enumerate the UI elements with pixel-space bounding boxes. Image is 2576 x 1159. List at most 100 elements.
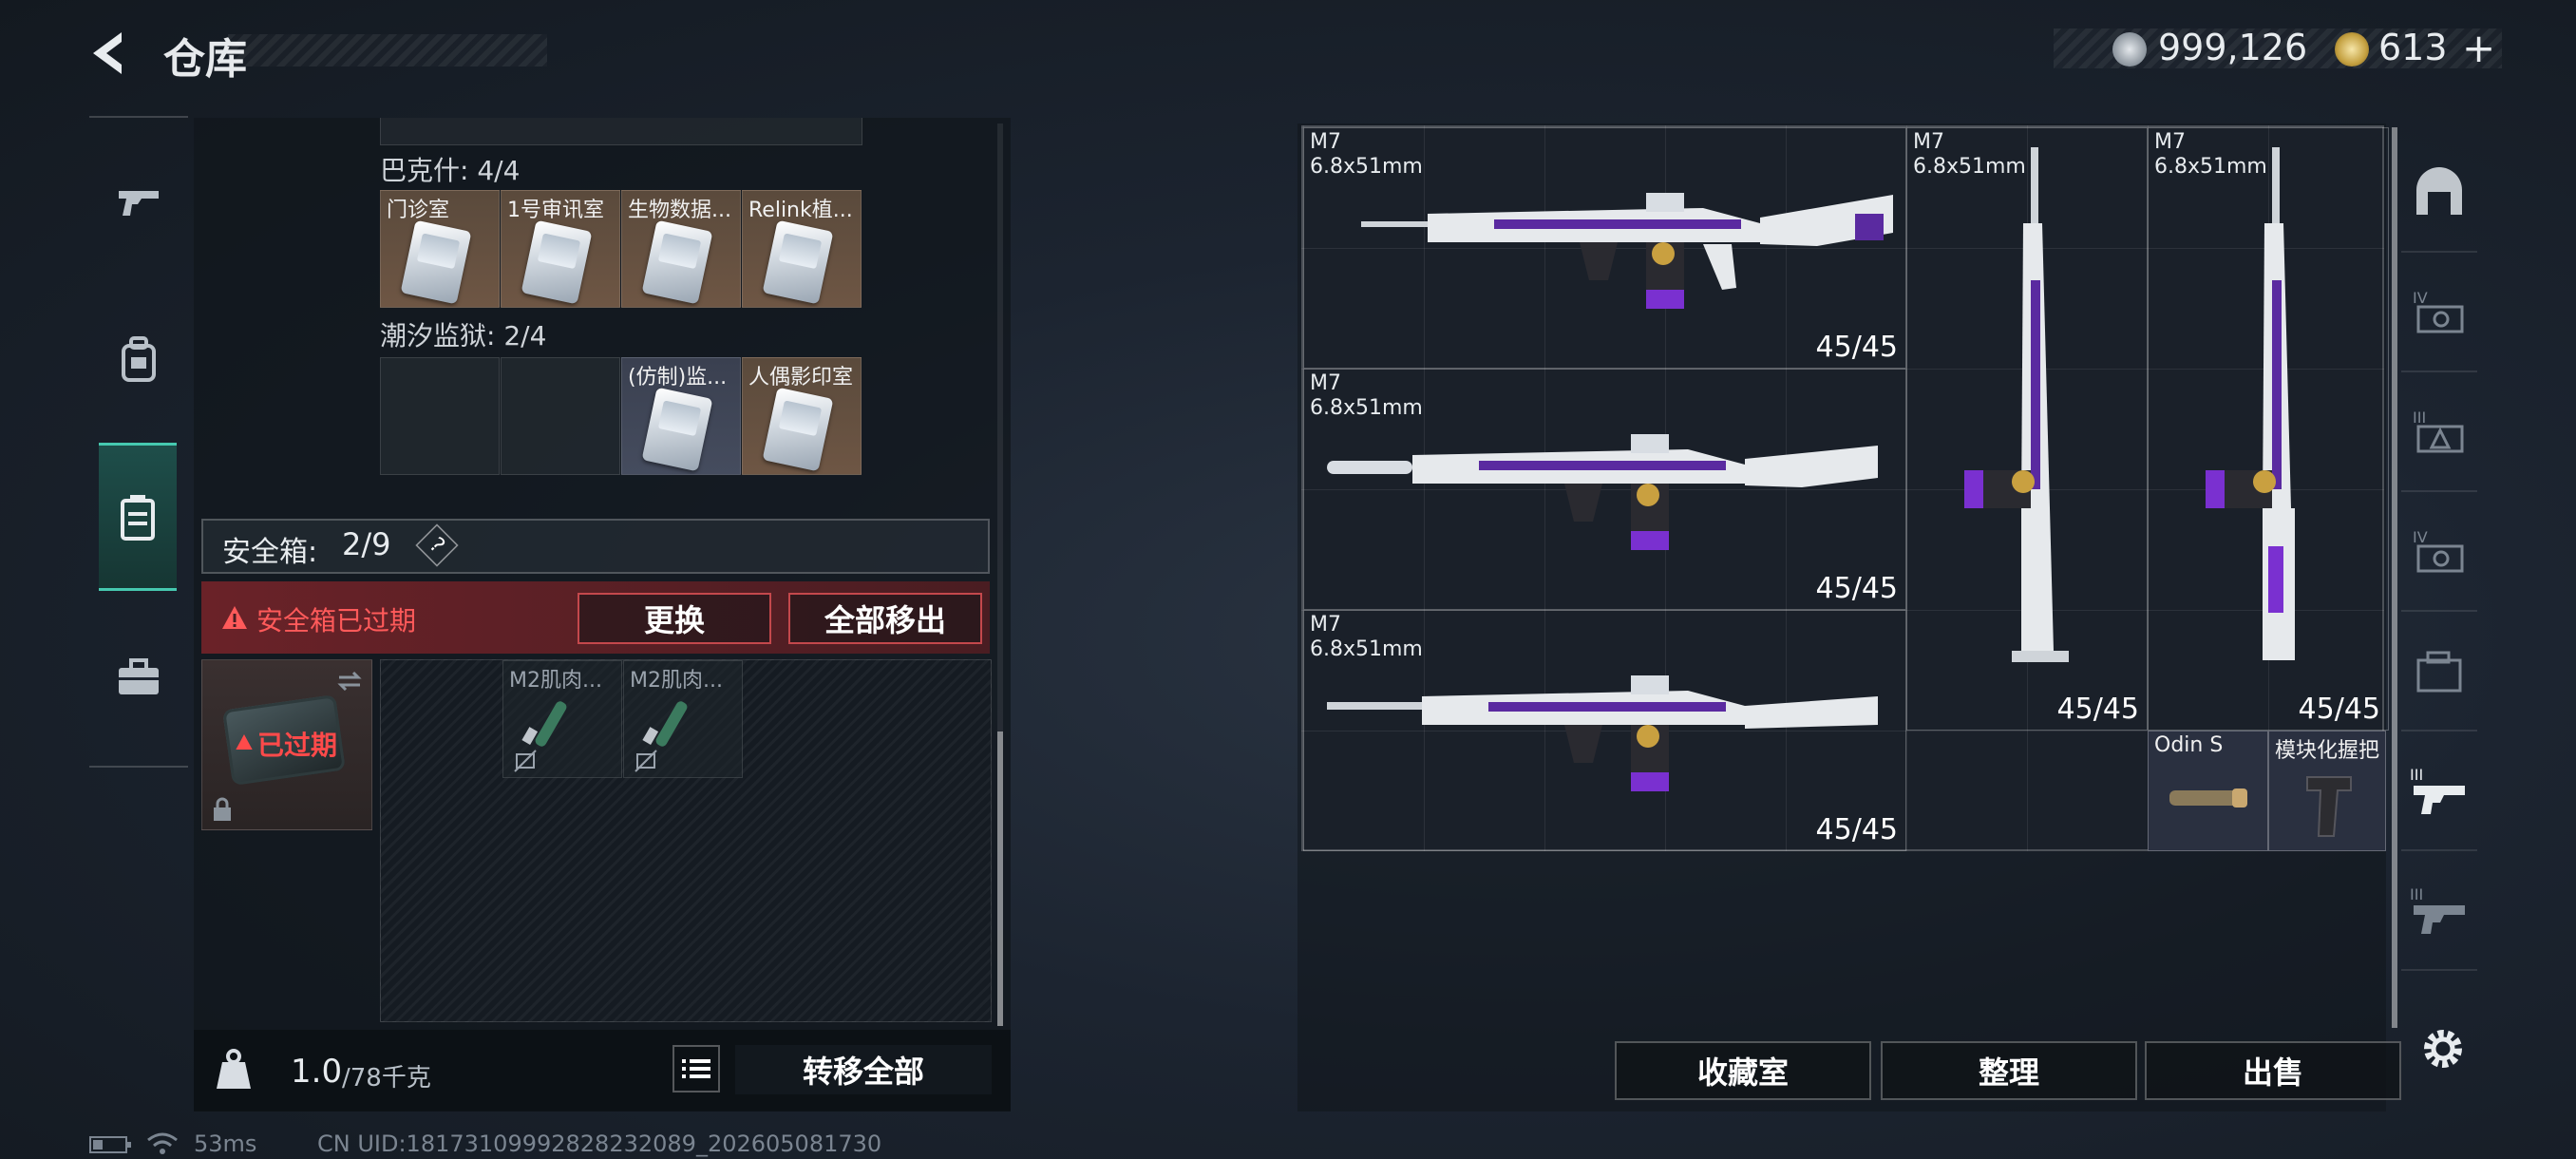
silver-amount: 999,126 (2158, 27, 2308, 68)
list-icon (682, 1059, 710, 1078)
stash-iv-icon: IV (2413, 289, 2464, 333)
flashlight-icon (2169, 788, 2247, 808)
stash-page-3a[interactable]: III (2401, 372, 2477, 492)
ammo-count: 45/45 (2298, 693, 2380, 726)
wifi-icon (147, 1132, 178, 1154)
weapon-item-vertical[interactable]: M7 6.8x51mm 45/45 (2148, 127, 2389, 731)
rifle-icon (2206, 147, 2295, 660)
svg-text:III: III (2410, 766, 2423, 784)
empty-key-slot[interactable] (501, 357, 620, 475)
sidebar-item-toolbox[interactable] (89, 604, 188, 750)
ping-text: 53ms (194, 1130, 257, 1157)
weight-current: 1.0 (291, 1053, 343, 1091)
sidebar-item-backpack[interactable] (89, 287, 188, 433)
swap-icon[interactable] (337, 672, 362, 691)
partial-slot-row (380, 118, 862, 145)
keycard-icon (521, 219, 593, 305)
ammo-count: 45/45 (1815, 813, 1898, 846)
weight-icon (217, 1049, 251, 1089)
weight-max: /78千克 (342, 1064, 431, 1092)
key-card-slot[interactable]: Relink植... (742, 190, 862, 308)
toolbox-icon (119, 658, 159, 694)
safebox-icon (121, 495, 155, 541)
stash-page-4[interactable]: IV (2401, 253, 2477, 372)
add-currency-button[interactable]: + (2462, 25, 2495, 71)
keycard-icon (762, 387, 834, 472)
home-arch-icon (2416, 167, 2462, 215)
safebox-container[interactable]: 已过期 (201, 659, 372, 830)
move-all-out-button[interactable]: 全部移出 (788, 593, 982, 644)
list-view-button[interactable] (672, 1045, 720, 1092)
stash-grid[interactable]: M7 6.8x51mm 45/45 M7 6.8x51mm 45/45 M7 6… (1301, 125, 2389, 851)
gold-amount: 613 (2378, 27, 2448, 68)
key-card-slot[interactable]: 生物数据... (621, 190, 741, 308)
key-card-slot[interactable]: 1号审讯室 (501, 190, 620, 308)
sell-button[interactable]: 出售 (2145, 1041, 2401, 1100)
keycard-icon (641, 219, 713, 305)
transfer-all-button[interactable]: 转移全部 (735, 1045, 992, 1094)
replace-button[interactable]: 更换 (578, 593, 771, 644)
svg-text:III: III (2413, 408, 2426, 427)
stash-page-3-active[interactable]: III (2401, 732, 2477, 851)
silver-coin-icon (2112, 32, 2147, 66)
stash-page-box[interactable] (2401, 612, 2477, 732)
attachment-item[interactable]: 模块化握把 (2268, 731, 2386, 851)
scrollbar-thumb[interactable] (997, 732, 1003, 1026)
key-card-slot[interactable]: 人偶影印室 (742, 357, 862, 475)
ammo-count: 45/45 (2056, 693, 2139, 726)
weapon-item-horizontal[interactable]: M7 6.8x51mm 45/45 (1303, 127, 1906, 369)
weapon-item-horizontal[interactable]: M7 6.8x51mm 45/45 (1303, 369, 1906, 610)
inventory-bottom-bar: 1.0 /78千克 转移全部 (194, 1030, 1011, 1112)
uid-text: CN UID:1817310999282823208​9_20260508173… (317, 1130, 882, 1157)
safebox-expired-alert: 安全箱已过期 更换 全部移出 (201, 581, 990, 654)
stash-page-4b[interactable]: IV (2401, 492, 2477, 612)
rifle-icon (1327, 675, 1878, 791)
weapon-item-horizontal[interactable]: M7 6.8x51mm 45/45 (1303, 610, 1906, 851)
stash-page-rail: IV III IV III III (2401, 133, 2477, 1083)
key-card-slot[interactable]: (仿制)监... (621, 357, 741, 475)
keycard-icon (400, 219, 472, 305)
weapon-item-vertical[interactable]: M7 6.8x51mm 45/45 (1906, 127, 2148, 731)
key-group-tidal-prison: (仿制)监... 人偶影印室 (380, 357, 862, 477)
attachment-item[interactable]: Odin S (2148, 731, 2268, 851)
ammo-count: 45/45 (1815, 331, 1898, 364)
key-group-bakesh: 门诊室 1号审讯室 生物数据... Relink植... (380, 190, 862, 310)
empty-key-slot[interactable] (380, 357, 500, 475)
stash-page-3b[interactable]: III (2401, 851, 2477, 971)
sidebar-item-weapons[interactable] (89, 129, 188, 276)
item-slot[interactable]: M2肌肉... (502, 660, 622, 778)
keycard-icon (762, 219, 834, 305)
item-slot[interactable]: M2肌肉... (623, 660, 743, 778)
safebox-header: 安全箱: 2/9 ? (201, 519, 990, 574)
grip-icon (2306, 776, 2352, 837)
key-card-slot[interactable]: 门诊室 (380, 190, 500, 308)
stash-iii-triangle-icon: III (2413, 408, 2464, 453)
svg-text:IV: IV (2413, 289, 2428, 307)
rifle-icon (1327, 434, 1878, 550)
collection-room-button[interactable]: 收藏室 (1615, 1041, 1871, 1100)
safebox-label: 安全箱: (222, 536, 318, 569)
gold-coin-icon (2335, 32, 2369, 66)
lock-icon (214, 797, 231, 821)
sidebar-item-safebox[interactable] (99, 443, 177, 591)
no-insure-icon (514, 750, 537, 772)
weapon-name: M7 (1310, 371, 1341, 395)
warning-icon (222, 606, 247, 629)
safebox-count: 2/9 (342, 526, 391, 562)
battery-icon (89, 1136, 131, 1153)
safebox-grid[interactable]: M2肌肉... M2肌肉... (380, 659, 992, 1022)
help-icon[interactable]: ? (415, 523, 459, 567)
stash-scrollbar[interactable] (2392, 127, 2397, 1028)
back-arrow-icon[interactable] (84, 27, 137, 80)
gun-icon (119, 191, 159, 216)
keycard-icon (641, 387, 713, 472)
alert-text: 安全箱已过期 (256, 605, 417, 636)
svg-text:III: III (2410, 885, 2423, 903)
ammo-count: 45/45 (1815, 572, 1898, 605)
title-decoration (228, 34, 547, 66)
settings-gear-icon[interactable] (2418, 1024, 2468, 1074)
stash-iv-icon: IV (2413, 528, 2464, 573)
sort-button[interactable]: 整理 (1881, 1041, 2137, 1100)
group-label-bakesh: 巴克什: 4/4 (380, 155, 521, 186)
stash-page-home[interactable] (2401, 133, 2477, 253)
